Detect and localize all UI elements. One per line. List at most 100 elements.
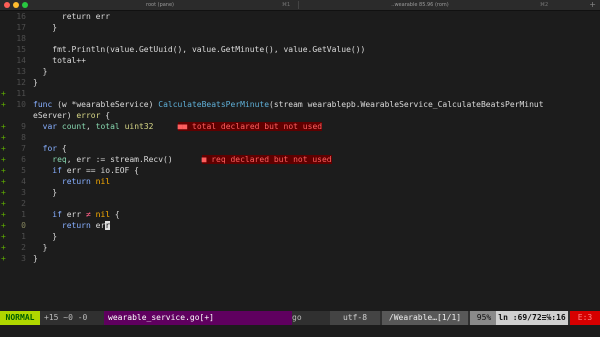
- code-line[interactable]: 12}: [0, 77, 600, 88]
- git-sign: +: [1, 232, 6, 241]
- code-token: }: [33, 254, 38, 263]
- code-token: CalculateBeatsPerMinute: [158, 100, 270, 109]
- code-editor[interactable]: 16 return err 17 } 18 15 fmt.Println(value.…: [0, 11, 600, 264]
- git-sign: +: [1, 155, 6, 164]
- line-number: 9: [21, 122, 26, 131]
- line-number: 16: [16, 12, 26, 21]
- file-encoding: utf-8: [330, 311, 380, 325]
- code-line[interactable]: +0 return err: [0, 220, 600, 231]
- line-number: 12: [16, 78, 26, 87]
- line-number: 1: [21, 210, 26, 219]
- code-line[interactable]: +7 for {: [0, 143, 600, 154]
- title-bar: root (pane) ⌘1 ..wearable 85.96 (rom) ⌘2…: [0, 0, 600, 11]
- code-line[interactable]: +8: [0, 132, 600, 143]
- code-token: fmt.Println(value.GetUuid(), value.GetMi…: [33, 45, 366, 54]
- git-sign: +: [1, 243, 6, 252]
- code-line[interactable]: +2: [0, 198, 600, 209]
- code-line[interactable]: +11: [0, 88, 600, 99]
- code-line[interactable]: +4 return nil: [0, 176, 600, 187]
- code-line[interactable]: +9 var count, total uint32 ■■ total decl…: [0, 121, 600, 132]
- line-number: 2: [21, 199, 26, 208]
- code-token: {: [100, 111, 111, 120]
- line-number: 14: [16, 56, 26, 65]
- code-token: error: [76, 111, 101, 120]
- line-number: 17: [16, 23, 26, 32]
- code-token: total: [95, 122, 120, 131]
- code-token: }: [33, 188, 58, 197]
- code-token: count: [61, 122, 87, 131]
- git-sign: +: [1, 177, 6, 186]
- code-line[interactable]: +1 if err ≠ nil {: [0, 209, 600, 220]
- text-cursor: r: [105, 221, 111, 230]
- git-sign: +: [1, 144, 6, 153]
- code-token: eServer): [33, 111, 77, 120]
- git-sign: +: [1, 89, 6, 98]
- code-line[interactable]: +3 }: [0, 187, 600, 198]
- code-line[interactable]: 16 return err: [0, 11, 600, 22]
- new-tab-button[interactable]: +: [589, 0, 596, 10]
- code-text: func (w *wearableService) CalculateBeats…: [33, 99, 544, 110]
- code-line[interactable]: +3}: [0, 253, 600, 264]
- code-text: var count, total uint32 ■■ total declare…: [33, 121, 323, 132]
- code-token: total++: [33, 56, 86, 65]
- code-token: if: [52, 166, 62, 175]
- code-line[interactable]: 14 total++: [0, 55, 600, 66]
- code-line[interactable]: +10 func (w *wearableService) CalculateBe…: [0, 99, 600, 110]
- code-token: (stream wearablepb.WearableService_Calcu…: [269, 100, 544, 109]
- code-line[interactable]: +1 }: [0, 231, 600, 242]
- file-name: wearable_service.go[+]: [104, 311, 292, 325]
- code-token: }: [33, 67, 48, 76]
- tab-root-shortcut: ⌘1: [282, 2, 291, 8]
- code-line[interactable]: +2 }: [0, 242, 600, 253]
- code-text: }: [33, 187, 57, 198]
- code-line[interactable]: 17 }: [0, 22, 600, 33]
- line-number: 18: [16, 34, 26, 43]
- code-token: {: [57, 144, 67, 153]
- code-text: for {: [33, 143, 67, 154]
- maximize-window-button[interactable]: [22, 2, 28, 8]
- diagnostic-message: ■ req declared but not used: [201, 155, 332, 164]
- tab-separator: [298, 1, 299, 9]
- code-text: req, err := stream.Recv() ■ req declared…: [33, 154, 332, 165]
- code-token: err: [61, 210, 86, 219]
- code-token: for: [42, 144, 58, 153]
- code-text: }: [33, 66, 48, 77]
- code-token: return: [61, 221, 91, 230]
- git-sign: +: [1, 133, 6, 142]
- close-window-button[interactable]: [4, 2, 10, 8]
- code-line[interactable]: eServer) error {: [0, 110, 600, 121]
- git-sign: +: [1, 254, 6, 263]
- line-number: 6: [21, 155, 26, 164]
- code-line[interactable]: 13 }: [0, 66, 600, 77]
- git-sign: +: [1, 122, 6, 131]
- code-token: }: [33, 78, 38, 87]
- tab-root[interactable]: root (pane): [40, 0, 280, 10]
- code-token: nil: [95, 210, 111, 219]
- minimize-window-button[interactable]: [13, 2, 19, 8]
- tab-wearable[interactable]: ..wearable 85.96 (rom): [300, 0, 540, 10]
- git-sign: +: [1, 221, 6, 230]
- code-token: {: [110, 210, 120, 219]
- code-text: return err: [33, 220, 111, 231]
- line-number: 3: [21, 188, 26, 197]
- diagnostic-message: ■■ total declared but not used: [177, 122, 323, 131]
- code-text: }: [33, 242, 48, 253]
- line-number: 0: [21, 221, 26, 230]
- code-text: }: [33, 253, 38, 264]
- line-number: 2: [21, 243, 26, 252]
- code-token: er: [90, 221, 106, 230]
- code-line[interactable]: 15 fmt.Println(value.GetUuid(), value.Ge…: [0, 44, 600, 55]
- code-text: fmt.Println(value.GetUuid(), value.GetMi…: [33, 44, 365, 55]
- line-number: 8: [21, 133, 26, 142]
- line-number: 15: [16, 45, 26, 54]
- code-line[interactable]: +6 req, err := stream.Recv() ■ req decla…: [0, 154, 600, 165]
- line-number: 3: [21, 254, 26, 263]
- code-line[interactable]: +5 if err == io.EOF {: [0, 165, 600, 176]
- code-token: }: [33, 23, 58, 32]
- code-line[interactable]: 18: [0, 33, 600, 44]
- code-token: uint32: [124, 122, 154, 131]
- code-token: }: [33, 243, 48, 252]
